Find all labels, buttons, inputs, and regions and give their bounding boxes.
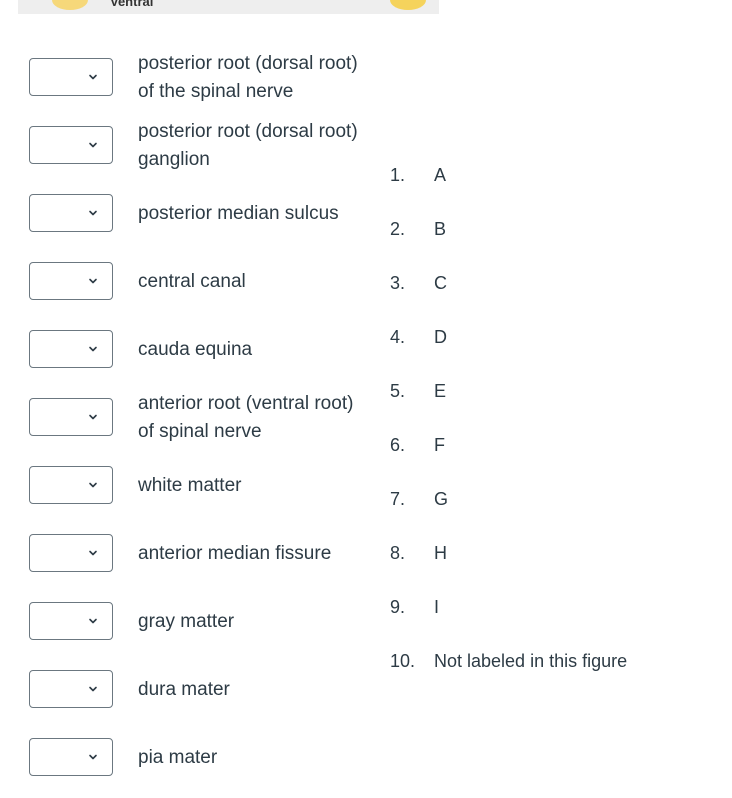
option-text: I [434, 597, 440, 617]
chevron-down-icon [89, 550, 97, 556]
answer-select-8[interactable] [29, 534, 113, 572]
row-label: white matter [138, 475, 242, 496]
option-text: Not labeled in this figure [434, 651, 628, 671]
answer-select-11[interactable] [29, 738, 113, 776]
answer-select-2[interactable] [29, 126, 113, 164]
option-number: 6. [390, 435, 406, 455]
answer-select-5[interactable] [29, 330, 113, 368]
option-text: C [434, 273, 447, 293]
figure-blob-left [52, 0, 88, 10]
option-item: 8. H [390, 542, 447, 564]
answer-select-1[interactable] [29, 58, 113, 96]
option-item: 9. I [390, 596, 439, 618]
figure-caption: Ventral [110, 0, 154, 9]
row-label: posterior root (dorsal root) of the spin… [138, 53, 358, 102]
option-text: G [434, 489, 449, 509]
option-text: F [434, 435, 445, 455]
row-label: central canal [138, 271, 246, 292]
option-item: 3. C [390, 272, 447, 294]
answer-select-3[interactable] [29, 194, 113, 232]
chevron-down-icon [89, 686, 97, 692]
row-label: gray matter [138, 611, 235, 632]
chevron-down-icon [89, 618, 97, 624]
chevron-down-icon [89, 74, 97, 80]
chevron-down-icon [89, 346, 97, 352]
option-item: 2. B [390, 218, 446, 240]
option-text: B [434, 219, 447, 239]
row-label: dura mater [138, 679, 230, 700]
chevron-down-icon [89, 482, 97, 488]
row-label: posterior root (dorsal root) ganglion [138, 121, 358, 170]
answer-select-9[interactable] [29, 602, 113, 640]
answer-select-6[interactable] [29, 398, 113, 436]
row-label: anterior median fissure [138, 543, 332, 564]
option-number: 4. [390, 327, 406, 347]
chevron-down-icon [89, 414, 97, 420]
option-item: 4. D [390, 326, 447, 348]
option-item: 7. G [390, 488, 448, 510]
row-label: pia mater [138, 747, 218, 768]
option-number: 7. [390, 489, 406, 509]
option-number: 9. [390, 597, 406, 617]
chevron-down-icon [89, 754, 97, 760]
row-label: posterior median sulcus [138, 203, 339, 224]
row-label: anterior root (ventral root) of spinal n… [138, 393, 354, 442]
option-item: 6. F [390, 434, 445, 456]
figure-image: Ventral [18, 0, 439, 14]
option-text: A [434, 165, 447, 185]
chevron-down-icon [89, 278, 97, 284]
figure-blob-right [390, 0, 426, 10]
option-number: 5. [390, 381, 406, 401]
chevron-down-icon [89, 210, 97, 216]
option-text: E [434, 381, 447, 401]
row-label: cauda equina [138, 339, 253, 360]
option-number: 10. [390, 651, 416, 671]
option-number: 1. [390, 165, 406, 185]
answer-select-4[interactable] [29, 262, 113, 300]
option-text: H [434, 543, 447, 563]
answer-select-7[interactable] [29, 466, 113, 504]
option-item: 1. A [390, 164, 446, 186]
option-item: 5. E [390, 380, 446, 402]
option-number: 8. [390, 543, 406, 563]
chevron-down-icon [89, 142, 97, 148]
option-item: 10. Not labeled in this figure [390, 650, 627, 672]
option-text: D [434, 327, 447, 347]
option-number: 2. [390, 219, 406, 239]
option-number: 3. [390, 273, 406, 293]
answer-select-10[interactable] [29, 670, 113, 708]
